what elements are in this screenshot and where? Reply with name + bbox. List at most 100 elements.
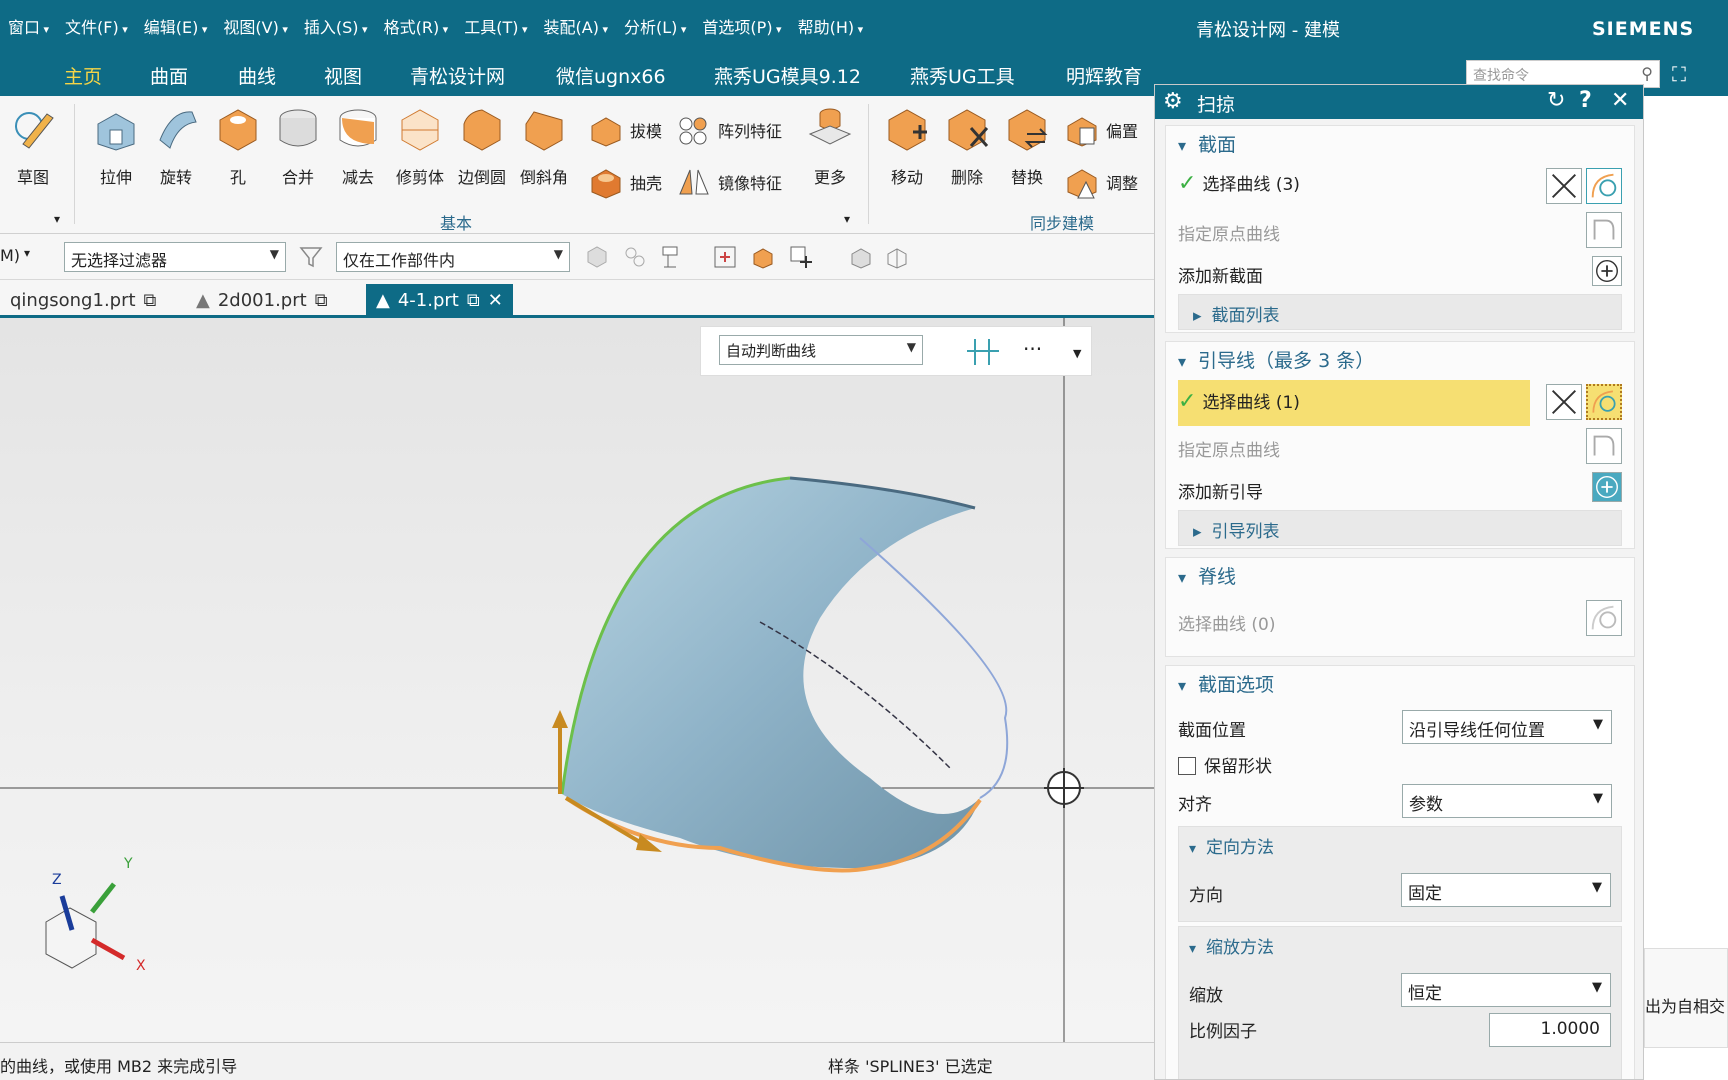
tab-view[interactable]: 视图 — [324, 62, 362, 89]
guide-select-curve[interactable]: ✓ 选择曲线 (1) — [1178, 388, 1300, 414]
section-list-toggle[interactable]: 截面列表 — [1178, 294, 1622, 330]
section-options-header[interactable]: 截面选项 — [1178, 670, 1274, 697]
select-feature-icon[interactable] — [584, 244, 610, 270]
wireframe-view-icon[interactable] — [884, 244, 910, 270]
chevron-down-icon[interactable]: ▼ — [1073, 347, 1081, 360]
select-filter-icon[interactable] — [660, 244, 686, 270]
orientation-method-header[interactable]: 定向方法 — [1189, 833, 1274, 858]
curve-select-button[interactable] — [1586, 168, 1622, 204]
popout-icon[interactable]: ⧉ — [467, 290, 480, 311]
menu-window[interactable]: 窗口 — [0, 14, 57, 38]
tab-yanxiu-tools[interactable]: 燕秀UG工具 — [910, 62, 1015, 89]
menu-preferences[interactable]: 首选项(P) — [694, 14, 789, 38]
tab-wechat[interactable]: 微信ugnx66 — [556, 62, 666, 89]
revolve-button[interactable]: 旋转 — [150, 104, 202, 188]
doc-tab-qingsong1[interactable]: qingsong1.prt ⧉ — [0, 284, 166, 316]
spine-select-curve[interactable]: 选择曲线 (0) — [1178, 610, 1275, 635]
edge-blend-button[interactable]: 边倒圆 — [456, 104, 508, 188]
tab-qingsong[interactable]: 青松设计网 — [410, 62, 505, 89]
shell-button[interactable]: 抽壳 — [588, 164, 662, 200]
extrude-button[interactable]: 拉伸 — [90, 104, 142, 188]
specify-origin-curve[interactable]: 指定原点曲线 — [1178, 220, 1280, 245]
curve-rule-dropdown[interactable]: 自动判断曲线 ▼ — [719, 335, 923, 365]
reverse-direction-button[interactable] — [1546, 384, 1582, 420]
snap-point-icon[interactable] — [622, 244, 648, 270]
replace-face-button[interactable]: 替换 — [1000, 104, 1054, 188]
menu-mode-label[interactable]: M) — [0, 246, 20, 265]
menu-format[interactable]: 格式(R) — [376, 14, 457, 38]
sketch-button[interactable]: 草图 — [8, 104, 58, 188]
scale-factor-input[interactable]: 1.0000 — [1489, 1013, 1611, 1047]
resize-face-button[interactable]: 调整 — [1064, 164, 1138, 200]
fullscreen-icon[interactable]: ⛶ — [1672, 62, 1686, 86]
curve-select-button[interactable] — [1586, 384, 1622, 420]
intersection-snap-icon[interactable] — [965, 337, 1001, 367]
scaling-method-header[interactable]: 缩放方法 — [1189, 933, 1274, 958]
reverse-direction-button[interactable] — [1546, 168, 1582, 204]
help-icon[interactable]: ? — [1579, 88, 1592, 113]
ribbon-group-expand-icon[interactable]: ▾ — [54, 212, 60, 226]
offset-region-button[interactable]: 偏置 — [1064, 112, 1138, 148]
mirror-feature-button[interactable]: 镜像特征 — [676, 164, 782, 200]
delete-face-button[interactable]: 删除 — [940, 104, 994, 188]
chamfer-button[interactable]: 倒斜角 — [518, 104, 570, 188]
pattern-feature-button[interactable]: 阵列特征 — [676, 112, 782, 148]
more-button[interactable]: 更多 — [802, 104, 858, 188]
menu-insert[interactable]: 插入(S) — [296, 14, 376, 38]
move-face-button[interactable]: 移动 — [880, 104, 934, 188]
reset-icon[interactable]: ↻ — [1547, 88, 1565, 113]
tab-curve[interactable]: 曲线 — [238, 62, 276, 89]
unite-button[interactable]: 合并 — [272, 104, 324, 188]
section-header[interactable]: 截面 — [1178, 130, 1236, 157]
menu-edit[interactable]: 编辑(E) — [136, 14, 216, 38]
tab-surface[interactable]: 曲面 — [150, 62, 188, 89]
alignment-dropdown[interactable]: 参数 ▼ — [1402, 784, 1612, 818]
search-icon[interactable]: ⚲ — [1641, 64, 1653, 83]
trim-body-button[interactable]: 修剪体 — [394, 104, 446, 188]
snap-to-grid-icon[interactable] — [712, 244, 738, 270]
tab-minghui[interactable]: 明辉教育 — [1066, 62, 1142, 89]
menu-analysis[interactable]: 分析(L) — [616, 14, 694, 38]
filter-reset-icon[interactable] — [298, 244, 324, 270]
menu-file[interactable]: 文件(F) — [57, 14, 136, 38]
menu-help[interactable]: 帮助(H) — [790, 14, 872, 38]
menu-tools[interactable]: 工具(T) — [456, 14, 535, 38]
scale-dropdown[interactable]: 恒定 ▼ — [1401, 973, 1611, 1007]
tab-yanxiu-mold[interactable]: 燕秀UG模具9.12 — [714, 62, 861, 89]
menu-assembly[interactable]: 装配(A) — [536, 14, 616, 38]
origin-curve-button[interactable] — [1586, 212, 1622, 248]
section-position-dropdown[interactable]: 沿引导线任何位置 ▼ — [1402, 710, 1612, 744]
popout-icon[interactable]: ⧉ — [144, 290, 157, 311]
guide-list-toggle[interactable]: 引导列表 — [1178, 510, 1622, 546]
checkbox-icon[interactable] — [1178, 757, 1196, 775]
draft-button[interactable]: 拔模 — [588, 112, 662, 148]
more-options-icon[interactable]: ··· — [1023, 337, 1042, 361]
type-filter-dropdown[interactable]: 无选择过滤器 ▼ — [64, 242, 286, 272]
doc-tab-4-1[interactable]: ▲ 4-1.prt ⧉ ✕ — [366, 284, 513, 316]
tab-home[interactable]: 主页 — [39, 62, 127, 99]
ribbon-group-expand-icon[interactable]: ▾ — [844, 212, 850, 226]
curve-select-button[interactable] — [1586, 600, 1622, 636]
origin-curve-button[interactable] — [1586, 428, 1622, 464]
menu-view[interactable]: 视图(V) — [215, 14, 295, 38]
gear-icon[interactable]: ⚙ — [1163, 89, 1183, 114]
popout-icon[interactable]: ⧉ — [315, 290, 328, 311]
direction-dropdown[interactable]: 固定 ▼ — [1401, 873, 1611, 907]
preserve-shape-checkbox[interactable]: 保留形状 — [1178, 752, 1272, 777]
close-icon[interactable]: ✕ — [1611, 88, 1629, 113]
guides-header[interactable]: 引导线（最多 3 条） — [1178, 346, 1374, 373]
specify-origin-curve[interactable]: 指定原点曲线 — [1178, 436, 1280, 461]
add-guide-button[interactable] — [1592, 472, 1622, 502]
scope-dropdown[interactable]: 仅在工作部件内 ▼ — [336, 242, 570, 272]
graphics-viewport[interactable]: Z Y X 自动判断曲线 ▼ ··· ▼ — [0, 318, 1160, 1042]
add-component-icon[interactable] — [788, 244, 814, 270]
doc-tab-2d001[interactable]: ▲ 2d001.prt ⧉ — [186, 284, 338, 316]
body-select-icon[interactable] — [750, 244, 776, 270]
spine-header[interactable]: 脊线 — [1178, 562, 1236, 589]
add-section-button[interactable] — [1592, 256, 1622, 286]
close-icon[interactable]: ✕ — [488, 290, 503, 311]
chevron-down-icon[interactable]: ▾ — [24, 246, 30, 260]
shaded-view-icon[interactable] — [848, 244, 874, 270]
subtract-button[interactable]: 减去 — [332, 104, 384, 188]
hole-button[interactable]: 孔 — [212, 104, 264, 188]
